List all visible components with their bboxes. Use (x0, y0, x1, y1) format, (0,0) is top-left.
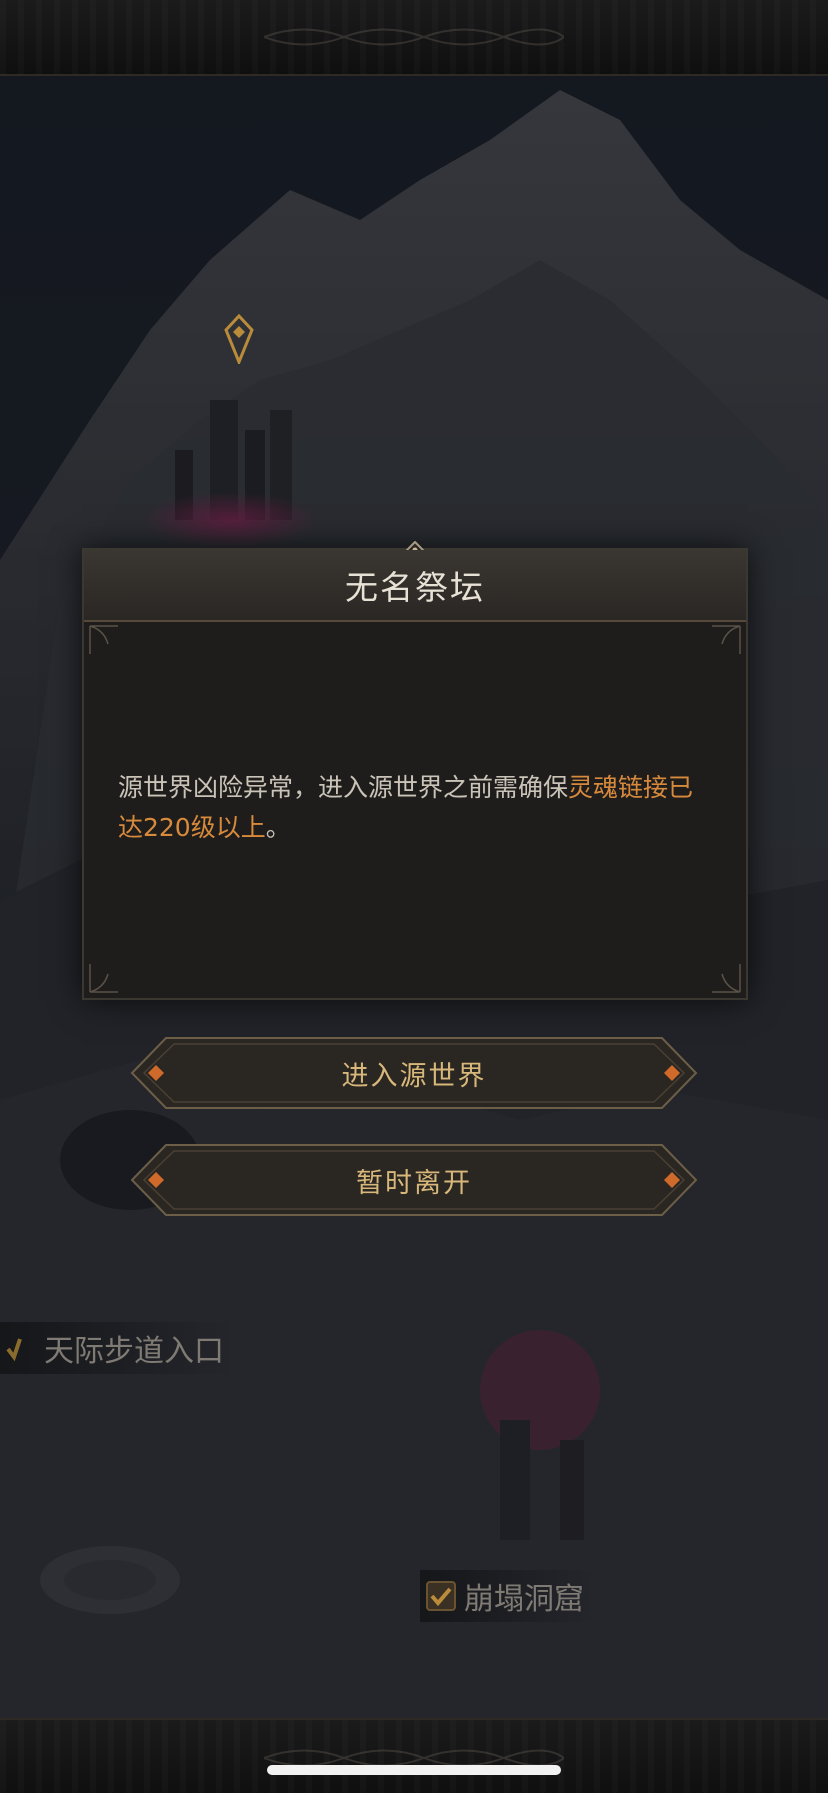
altar-dialog: 无名祭坛 源世界凶险异常，进入源世界之前需确保灵魂链接已达220级以上。 (82, 541, 748, 1000)
message-suffix: 。 (265, 813, 291, 842)
message-text: 源世界凶险异常，进入源世界之前需确保 (118, 773, 569, 802)
dialog-message: 源世界凶险异常，进入源世界之前需确保灵魂链接已达220级以上。 (114, 768, 714, 848)
map-label-skyway-entrance[interactable]: 天际步道入口 (0, 1322, 238, 1374)
location-marker-icon[interactable] (222, 314, 256, 364)
check-icon (6, 1338, 22, 1362)
map-label-text: 崩塌洞窟 (464, 1582, 584, 1617)
map-label-collapsed-cave[interactable]: 崩塌洞窟 (420, 1570, 598, 1622)
enter-source-world-button[interactable]: 进入源世界 (130, 1036, 698, 1110)
dialog-header: 无名祭坛 (84, 550, 746, 622)
check-icon (426, 1581, 456, 1611)
top-frame (0, 0, 828, 76)
bottom-frame (0, 1718, 828, 1793)
dialog-body: 源世界凶险异常，进入源世界之前需确保灵魂链接已达220级以上。 (114, 620, 714, 996)
dialog-title: 无名祭坛 (345, 568, 485, 607)
map-label-text: 天际步道入口 (44, 1334, 224, 1369)
button-label: 进入源世界 (341, 1060, 487, 1092)
game-screen: 天际步道入口 崩塌洞窟 无名祭坛 源世界凶险异常，进入源世界之前需确保灵魂链接已… (0, 0, 828, 1793)
leave-temporarily-button[interactable]: 暂时离开 (130, 1143, 698, 1217)
button-label: 暂时离开 (356, 1167, 472, 1199)
frame-ornament-icon (264, 28, 564, 46)
home-indicator[interactable] (267, 1765, 561, 1775)
